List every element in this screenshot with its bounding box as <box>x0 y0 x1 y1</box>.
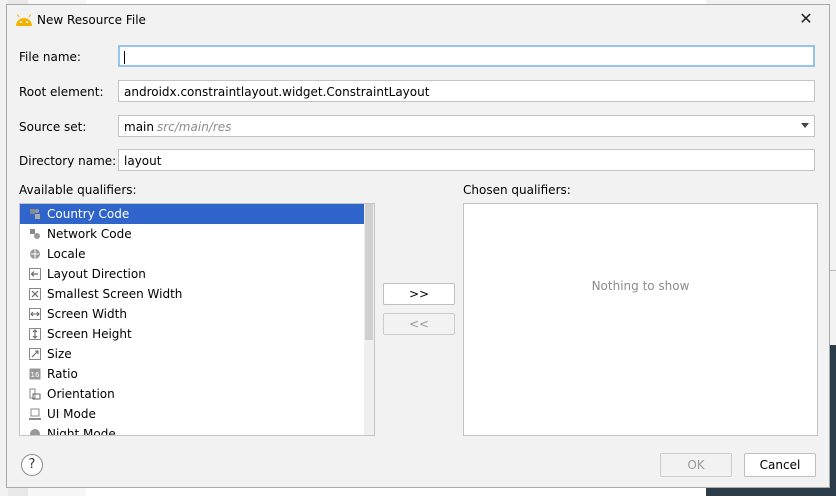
available-qualifiers-list[interactable]: Country Code Network Code Locale Layout Dir… <box>19 203 375 436</box>
qualifier-label: UI Mode <box>47 407 96 421</box>
add-qualifier-button[interactable]: >> <box>383 283 455 305</box>
source-set-hint: src/main/res <box>156 120 232 134</box>
root-element-value: androidx.constraintlayout.widget.Constra… <box>124 85 430 99</box>
arrow-left-icon <box>29 268 41 280</box>
qualifier-item[interactable]: Night Mode <box>20 424 364 436</box>
qualifier-label: Smallest Screen Width <box>47 287 183 301</box>
qualifier-item[interactable]: Network Code <box>20 224 364 244</box>
directory-name-label: Directory name: <box>19 154 117 168</box>
expand-icon <box>29 288 41 300</box>
resize-icon <box>29 348 41 360</box>
qualifier-label: Network Code <box>47 227 132 241</box>
country-code-icon <box>30 209 40 219</box>
directory-name-input[interactable]: layout <box>118 149 815 171</box>
directory-name-value: layout <box>124 154 162 168</box>
network-code-icon <box>30 229 40 239</box>
ok-button[interactable]: OK <box>660 453 732 477</box>
source-set-dropdown[interactable]: main src/main/res <box>118 115 815 137</box>
qualifier-label: Locale <box>47 247 86 261</box>
dialog-titlebar[interactable]: New Resource File ✕ <box>7 5 829 35</box>
qualifier-item[interactable]: Screen Height <box>20 324 364 344</box>
globe-icon <box>30 249 40 259</box>
qualifier-label: Ratio <box>47 367 78 381</box>
root-element-label: Root element: <box>19 85 104 99</box>
dialog-title: New Resource File <box>37 13 146 27</box>
root-element-input[interactable]: androidx.constraintlayout.widget.Constra… <box>118 80 815 102</box>
qualifier-item[interactable]: UI Mode <box>20 404 364 424</box>
qualifier-label: Night Mode <box>47 427 116 436</box>
chevron-down-icon[interactable] <box>801 123 809 128</box>
source-set-value: main <box>124 120 154 134</box>
vertical-arrows-icon <box>29 328 41 340</box>
source-set-label: Source set: <box>19 120 87 134</box>
qualifier-item[interactable]: Screen Width <box>20 304 364 324</box>
qualifier-label: Orientation <box>47 387 115 401</box>
orientation-icon <box>29 388 41 400</box>
qualifier-item[interactable]: Size <box>20 344 364 364</box>
scrollbar-thumb[interactable] <box>365 204 373 340</box>
scrollbar-track[interactable] <box>364 204 374 435</box>
qualifier-item[interactable]: Smallest Screen Width <box>20 284 364 304</box>
qualifier-item[interactable]: Locale <box>20 244 364 264</box>
android-icon <box>16 14 32 26</box>
remove-qualifier-button[interactable]: << <box>383 313 455 335</box>
qualifier-label: Screen Height <box>47 327 132 341</box>
qualifier-label: Country Code <box>47 207 130 221</box>
cancel-button[interactable]: Cancel <box>744 453 816 477</box>
text-caret <box>124 51 125 64</box>
empty-state-text: Nothing to show <box>591 279 690 293</box>
close-icon[interactable]: ✕ <box>797 10 815 28</box>
file-name-input[interactable] <box>118 45 815 67</box>
new-resource-file-dialog: New Resource File ✕ File name: Root elem… <box>6 4 830 488</box>
ui-mode-icon <box>29 408 41 420</box>
svg-text:16: 16 <box>31 371 40 379</box>
chosen-qualifiers-list[interactable]: Nothing to show <box>463 203 818 436</box>
qualifier-label: Size <box>47 347 72 361</box>
help-button[interactable]: ? <box>21 454 43 476</box>
qualifier-label: Screen Width <box>47 307 127 321</box>
horizontal-arrows-icon <box>29 308 41 320</box>
file-name-label: File name: <box>19 50 81 64</box>
qualifier-item[interactable]: Layout Direction <box>20 264 364 284</box>
qualifier-item[interactable]: Country Code <box>20 204 364 224</box>
available-qualifiers-label: Available qualifiers: <box>19 183 137 197</box>
qualifier-item[interactable]: 16 Ratio <box>20 364 364 384</box>
night-mode-icon <box>30 429 40 435</box>
qualifier-item[interactable]: Orientation <box>20 384 364 404</box>
ratio-icon: 16 <box>29 368 41 380</box>
chosen-qualifiers-label: Chosen qualifiers: <box>463 183 571 197</box>
qualifier-label: Layout Direction <box>47 267 146 281</box>
